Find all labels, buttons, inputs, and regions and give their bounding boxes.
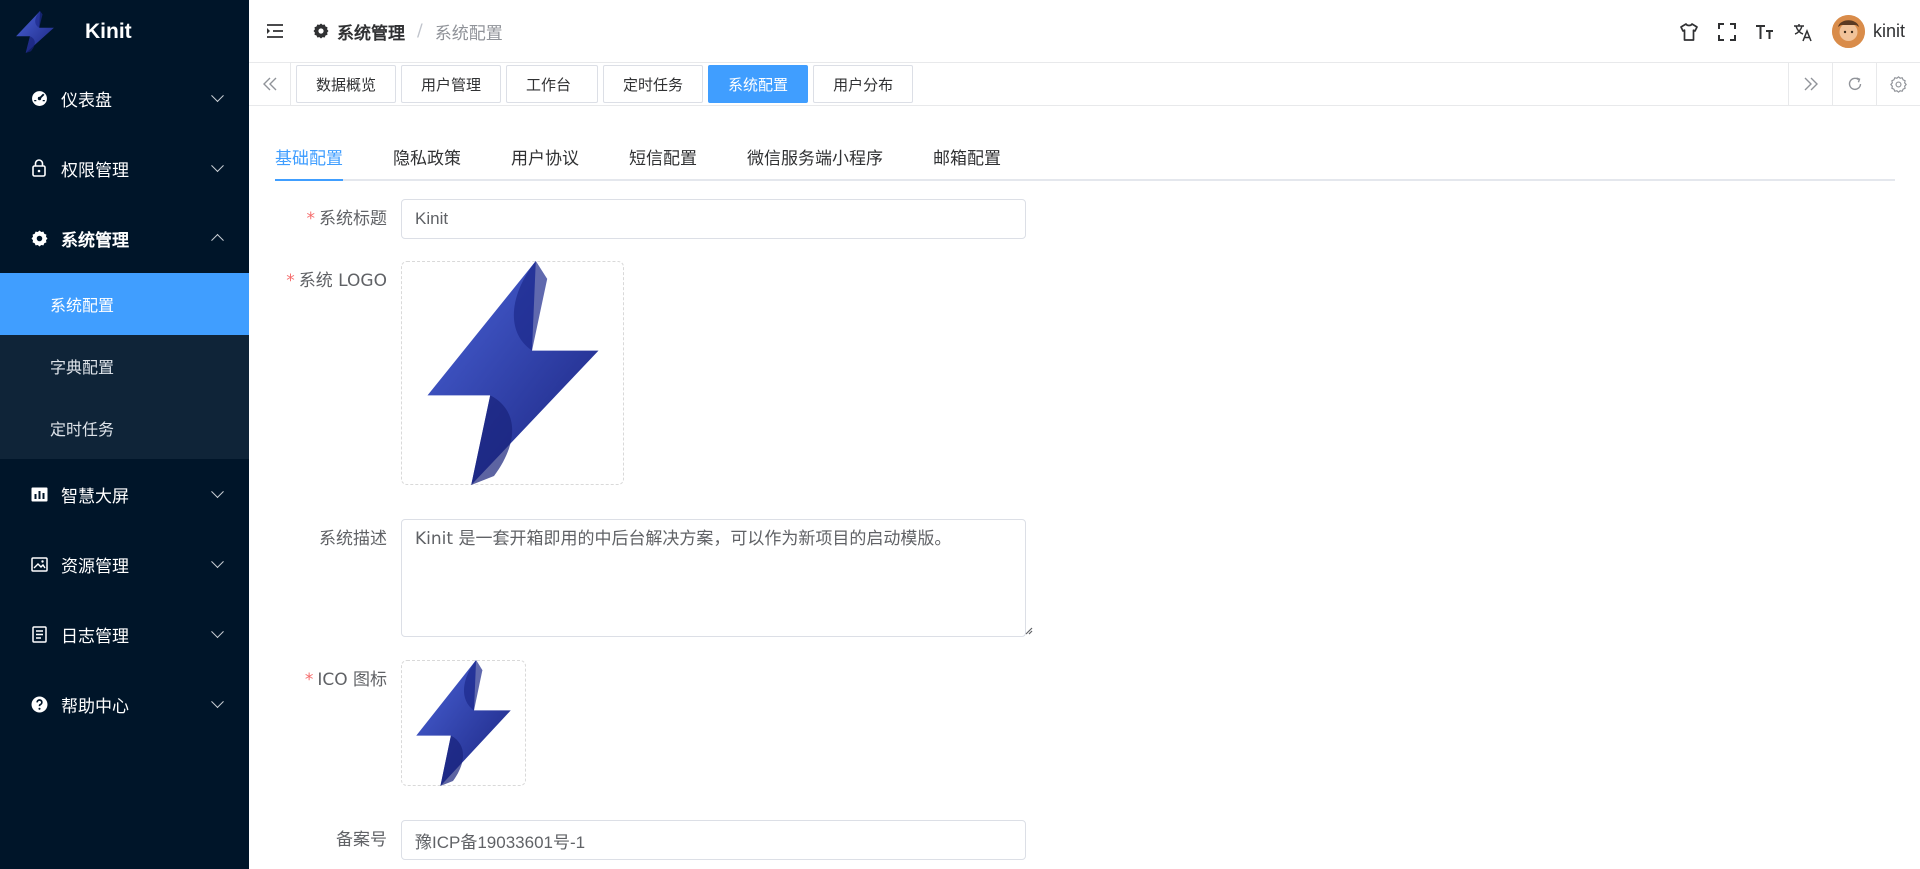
field-label: 系统 LOGO [298,271,387,291]
document-icon [30,625,48,643]
main-content: 基础配置 隐私政策 用户协议 短信配置 微信服务端小程序 邮箱配置 * 系统标题 … [249,107,1920,869]
sidebar-subitem-system-config[interactable]: 系统配置 [0,273,249,335]
tab-wechat-miniprogram[interactable]: 微信服务端小程序 [747,144,883,179]
sidebar-item-label: 系统管理 [61,230,129,251]
settings-icon[interactable] [1876,63,1920,105]
sidebar-item-help[interactable]: 帮助中心 [0,669,249,739]
config-tabs: 基础配置 隐私政策 用户协议 短信配置 微信服务端小程序 邮箱配置 [275,107,1895,181]
submenu-system: 系统配置 字典配置 定时任务 [0,273,249,459]
chevron-down-icon [211,555,224,569]
chevron-up-icon [211,233,224,247]
form-row-description: 系统描述 Kinit 是一套开箱即用的中后台解决方案，可以作为新项目的启动模版。 [275,519,1895,637]
ico-image [411,660,516,786]
sidebar-item-logs[interactable]: 日志管理 [0,599,249,669]
form-row-ico: * ICO 图标 [275,660,1895,786]
field-label: 系统描述 [319,529,387,549]
top-header: 系统管理 / 系统配置 kinit [249,0,1920,63]
dashboard-icon [30,89,48,107]
font-size-icon[interactable] [1746,0,1784,63]
sidebar-item-big-screen[interactable]: 智慧大屏 [0,459,249,529]
ico-uploader[interactable] [401,660,526,786]
fullscreen-icon[interactable] [1708,0,1746,63]
logo-uploader[interactable] [401,261,624,485]
gear-icon [30,229,48,247]
required-mark: * [304,670,314,690]
double-chevron-left-icon[interactable] [249,63,291,105]
shirt-icon[interactable] [1670,0,1708,63]
system-description-textarea[interactable]: Kinit 是一套开箱即用的中后台解决方案，可以作为新项目的启动模版。 [401,519,1026,637]
field-label: 备案号 [336,830,387,850]
sidebar-item-label: 日志管理 [61,626,129,647]
sidebar-item-label: 资源管理 [61,556,129,577]
tab-privacy-policy[interactable]: 隐私政策 [393,144,461,179]
tab-basic-config[interactable]: 基础配置 [275,144,343,181]
header-tools: kinit [1670,0,1920,63]
lock-icon [30,159,48,177]
breadcrumb-item-config: 系统配置 [434,23,503,44]
chevron-down-icon [211,485,224,499]
chevron-down-icon [211,625,224,639]
form-label: * ICO 图标 [275,660,401,786]
form-label: * 系统 LOGO [275,261,401,485]
sidebar-item-dashboard[interactable]: 仪表盘 [0,63,249,133]
breadcrumb-item-system[interactable]: 系统管理 [337,19,405,44]
sidebar-item-label: 仪表盘 [61,90,112,111]
chevron-down-icon [211,159,224,173]
tag-item[interactable]: 工作台 [506,65,599,103]
form-label: 系统描述 [275,519,401,637]
sidebar-item-permissions[interactable]: 权限管理 [0,133,249,203]
tags-actions [1788,63,1920,105]
breadcrumb: 系统管理 / 系统配置 [313,19,503,44]
sidebar: Kinit 仪表盘 权限管理 系统管理 系统配置 字典配置 定时任务 智慧大屏 … [0,0,249,869]
tag-item[interactable]: 定时任务 [603,65,704,103]
breadcrumb-separator: / [417,21,423,41]
chevron-down-icon [211,89,224,103]
sidebar-item-label: 权限管理 [61,160,129,181]
tag-item[interactable]: 数据概览 [296,65,397,103]
chevron-down-icon [211,695,224,709]
avatar[interactable] [1831,15,1865,48]
required-mark: * [286,271,295,291]
image-icon [30,555,48,573]
chart-icon [30,485,48,503]
username[interactable]: kinit [1873,21,1905,42]
field-label: ICO 图标 [317,670,387,690]
resize-handle-icon[interactable] [1023,625,1033,635]
form-row-logo: * 系统 LOGO [275,261,1895,485]
app-logo[interactable]: Kinit [0,0,249,63]
menu-fold-icon[interactable] [265,22,285,40]
icp-number-input[interactable] [401,820,1026,860]
sidebar-item-label: 帮助中心 [61,696,129,717]
required-mark: * [306,209,316,229]
sidebar-item-label: 智慧大屏 [61,486,129,507]
tab-user-agreement[interactable]: 用户协议 [511,144,579,179]
form-row-title: * 系统标题 [275,199,1895,239]
tag-item[interactable]: 用户分布 [813,65,914,103]
system-title-input[interactable] [401,199,1026,239]
logo-image [418,261,608,485]
tab-email-config[interactable]: 邮箱配置 [933,144,1001,179]
sidebar-menu: 仪表盘 权限管理 系统管理 系统配置 字典配置 定时任务 智慧大屏 资源管理 日… [0,63,249,739]
double-chevron-right-icon[interactable] [1788,63,1832,105]
tab-sms-config[interactable]: 短信配置 [629,144,697,179]
sidebar-subitem-scheduled-tasks[interactable]: 定时任务 [0,397,249,459]
config-form: *系统标题 *系统 LOGO 系统描述 Kinit 是一套开箱即用的中后台解决方… [275,199,1895,860]
tags-list: 数据概览 用户管理 工作台 定时任务 系统配置 用户分布 [291,65,914,103]
tag-item[interactable]: 用户管理 [401,65,502,103]
bolt-logo-icon [14,6,56,58]
translate-icon[interactable] [1784,0,1822,63]
help-icon [30,695,48,713]
refresh-icon[interactable] [1832,63,1876,105]
app-name: Kinit [85,19,132,43]
form-row-icp: 备案号 [275,820,1895,860]
sidebar-item-system[interactable]: 系统管理 [0,203,249,273]
form-label: * 系统标题 [275,199,401,239]
gear-icon [313,23,329,39]
tags-view: 数据概览 用户管理 工作台 定时任务 系统配置 用户分布 [249,63,1920,106]
sidebar-item-resources[interactable]: 资源管理 [0,529,249,599]
field-label: 系统标题 [319,209,387,229]
tag-item-active[interactable]: 系统配置 [708,65,809,103]
form-label: 备案号 [275,820,401,860]
sidebar-subitem-dictionary[interactable]: 字典配置 [0,335,249,397]
